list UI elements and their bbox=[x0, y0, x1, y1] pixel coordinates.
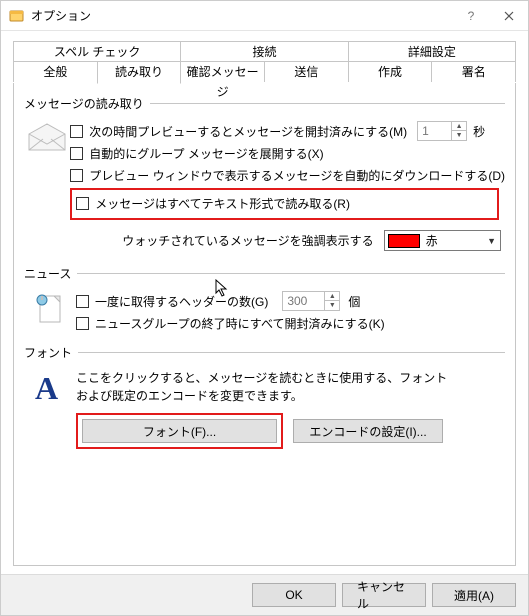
checkbox-icon bbox=[76, 295, 89, 308]
tabs: スペル チェック 接続 詳細設定 全般 読み取り 確認メッセージ 送信 作成 署… bbox=[13, 41, 516, 84]
close-button[interactable] bbox=[490, 1, 528, 31]
tab-send[interactable]: 送信 bbox=[264, 61, 349, 82]
svg-text:A: A bbox=[35, 371, 58, 405]
group-title-font: フォント bbox=[24, 344, 72, 361]
tab-spellcheck[interactable]: スペル チェック bbox=[13, 41, 181, 62]
group-font: フォント A ここをクリックすると、メッセージを読むときに使用する、フォントおよ… bbox=[24, 344, 505, 449]
chk-auto-download[interactable]: プレビュー ウィンドウで表示するメッセージを自動的にダウンロードする(D) bbox=[70, 164, 505, 186]
seconds-label: 秒 bbox=[473, 123, 485, 140]
chk-read-as-text[interactable]: メッセージはすべてテキスト形式で読み取る(R) bbox=[76, 192, 493, 214]
tab-general[interactable]: 全般 bbox=[13, 61, 98, 82]
font-button[interactable]: フォント(F)... bbox=[82, 419, 277, 443]
dialog-footer: OK キャンセル 適用(A) bbox=[1, 574, 528, 615]
chk-header-count[interactable]: 一度に取得するヘッダーの数(G) 300 ▲▼ 個 bbox=[76, 290, 505, 312]
watch-label: ウォッチされているメッセージを強調表示する bbox=[122, 232, 373, 249]
preview-seconds-spinner[interactable]: 1 ▲▼ bbox=[417, 121, 467, 141]
chk-preview-time[interactable]: 次の時間プレビューするとメッセージを開封済みにする(M) 1 ▲▼ 秒 bbox=[70, 120, 505, 142]
tab-receipts[interactable]: 確認メッセージ bbox=[180, 61, 265, 82]
divider bbox=[78, 352, 505, 353]
font-icon: A bbox=[24, 369, 76, 449]
watch-color-combo[interactable]: 赤 ▼ bbox=[384, 230, 501, 251]
apply-button[interactable]: 適用(A) bbox=[432, 583, 516, 607]
ok-button[interactable]: OK bbox=[252, 583, 336, 607]
titlebar: オプション ? bbox=[1, 1, 528, 31]
cancel-button[interactable]: キャンセル bbox=[342, 583, 426, 607]
tab-advanced[interactable]: 詳細設定 bbox=[348, 41, 516, 62]
options-dialog: オプション ? スペル チェック 接続 詳細設定 全般 読み取り 確認メッセージ… bbox=[0, 0, 529, 616]
help-button[interactable]: ? bbox=[452, 1, 490, 31]
tab-connection[interactable]: 接続 bbox=[180, 41, 348, 62]
chevron-down-icon[interactable]: ▼ bbox=[452, 131, 466, 140]
content: スペル チェック 接続 詳細設定 全般 読み取り 確認メッセージ 送信 作成 署… bbox=[1, 31, 528, 574]
checkbox-icon bbox=[76, 317, 89, 330]
chevron-up-icon[interactable]: ▲ bbox=[325, 292, 339, 301]
color-swatch bbox=[388, 234, 420, 248]
highlight-annotation: フォント(F)... bbox=[76, 413, 283, 449]
checkbox-icon bbox=[70, 169, 83, 182]
group-message-read: メッセージの読み取り bbox=[24, 95, 505, 255]
encoding-button[interactable]: エンコードの設定(I)... bbox=[293, 419, 443, 443]
chevron-down-icon[interactable]: ▼ bbox=[325, 301, 339, 310]
chevron-down-icon: ▼ bbox=[484, 236, 500, 246]
checkbox-icon bbox=[76, 197, 89, 210]
read-page: メッセージの読み取り bbox=[13, 83, 516, 566]
chk-expand-groups[interactable]: 自動的にグループ メッセージを展開する(X) bbox=[70, 142, 505, 164]
header-count-spinner[interactable]: 300 ▲▼ bbox=[282, 291, 340, 311]
unit-label: 個 bbox=[348, 293, 360, 310]
checkbox-icon bbox=[70, 147, 83, 160]
divider bbox=[77, 273, 505, 274]
group-title-news: ニュース bbox=[24, 265, 71, 282]
highlight-annotation: メッセージはすべてテキスト形式で読み取る(R) bbox=[70, 188, 499, 220]
app-icon bbox=[9, 8, 25, 24]
chk-mark-read-on-exit[interactable]: ニュースグループの終了時にすべて開封済みにする(K) bbox=[76, 312, 505, 334]
checkbox-icon bbox=[70, 125, 83, 138]
news-icon bbox=[24, 290, 76, 334]
window-title: オプション bbox=[31, 7, 452, 24]
tab-signature[interactable]: 署名 bbox=[431, 61, 516, 82]
divider bbox=[150, 103, 505, 104]
tab-read[interactable]: 読み取り bbox=[97, 61, 182, 84]
chevron-up-icon[interactable]: ▲ bbox=[452, 122, 466, 131]
envelope-icon bbox=[24, 120, 70, 255]
tab-compose[interactable]: 作成 bbox=[348, 61, 433, 82]
font-description: ここをクリックすると、メッセージを読むときに使用する、フォントおよび既定のエンコ… bbox=[76, 369, 456, 405]
group-title-read: メッセージの読み取り bbox=[24, 95, 144, 112]
group-news: ニュース 一度に取得 bbox=[24, 265, 505, 334]
